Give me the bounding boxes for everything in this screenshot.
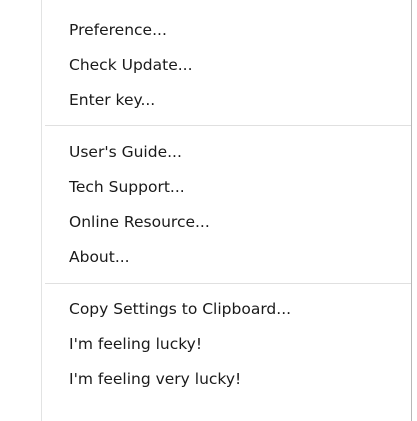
menu-item-feeling-lucky[interactable]: I'm feeling lucky! bbox=[45, 327, 407, 361]
menu-item-preference[interactable]: Preference... bbox=[45, 13, 407, 47]
menu-item-tech-support[interactable]: Tech Support... bbox=[45, 170, 407, 204]
menu-item-online-resource[interactable]: Online Resource... bbox=[45, 205, 407, 239]
menu-item-copy-settings[interactable]: Copy Settings to Clipboard... bbox=[45, 292, 407, 326]
menu-item-check-update[interactable]: Check Update... bbox=[45, 48, 407, 82]
menu-item-enter-key[interactable]: Enter key... bbox=[45, 83, 407, 117]
icon-gutter-divider-highlight bbox=[42, 0, 43, 421]
menu-item-users-guide[interactable]: User's Guide... bbox=[45, 135, 407, 169]
menu-item-about[interactable]: About... bbox=[45, 240, 407, 274]
context-menu: Preference... Check Update... Enter key.… bbox=[0, 0, 417, 421]
menu-item-feeling-very-lucky[interactable]: I'm feeling very lucky! bbox=[45, 362, 407, 396]
menu-separator bbox=[45, 125, 411, 127]
menu-separator bbox=[45, 283, 411, 285]
